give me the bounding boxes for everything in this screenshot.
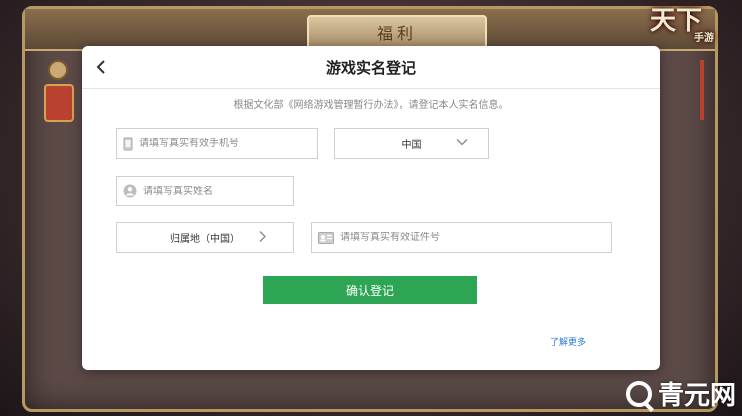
chevron-down-icon <box>456 138 468 149</box>
tassel-ornament <box>700 60 704 120</box>
charm-ornament-icon <box>44 84 74 122</box>
phone-icon <box>123 137 133 151</box>
phone-input[interactable] <box>139 138 317 149</box>
phone-field[interactable] <box>116 128 318 159</box>
person-icon <box>123 184 137 198</box>
game-logo-main: 天下 <box>650 6 703 36</box>
search-magnifier-icon <box>625 380 652 407</box>
region-select[interactable]: 中国 <box>334 128 489 159</box>
real-name-dialog: 游戏实名登记 根据文化部《网络游戏管理暂行办法》，请登记本人实名信息。 中国 <box>82 46 660 370</box>
name-field[interactable] <box>116 176 294 206</box>
id-number-input[interactable] <box>340 232 611 243</box>
confirm-register-button[interactable]: 确认登记 <box>263 276 477 304</box>
dialog-header: 游戏实名登记 <box>82 46 660 89</box>
chevron-right-icon <box>259 230 267 245</box>
coin-ornament-icon <box>48 60 68 80</box>
name-input[interactable] <box>143 185 293 197</box>
learn-more-link[interactable]: 了解更多 <box>550 335 586 348</box>
watermark: 青元网 <box>625 375 736 412</box>
game-logo: 天下 手游 <box>650 8 722 58</box>
region-select-value: 中国 <box>401 140 422 151</box>
id-card-icon <box>318 231 334 244</box>
origin-select-value: 归属地（中国） <box>170 234 240 245</box>
origin-select[interactable]: 归属地（中国） <box>116 222 294 253</box>
watermark-text: 青元网 <box>657 381 736 411</box>
notice-text: 根据文化部《网络游戏管理暂行办法》，请登记本人实名信息。 <box>233 100 509 111</box>
id-number-field[interactable] <box>311 222 612 253</box>
dialog-title: 游戏实名登记 <box>325 59 416 77</box>
game-panel-title: 福利 <box>307 15 487 49</box>
